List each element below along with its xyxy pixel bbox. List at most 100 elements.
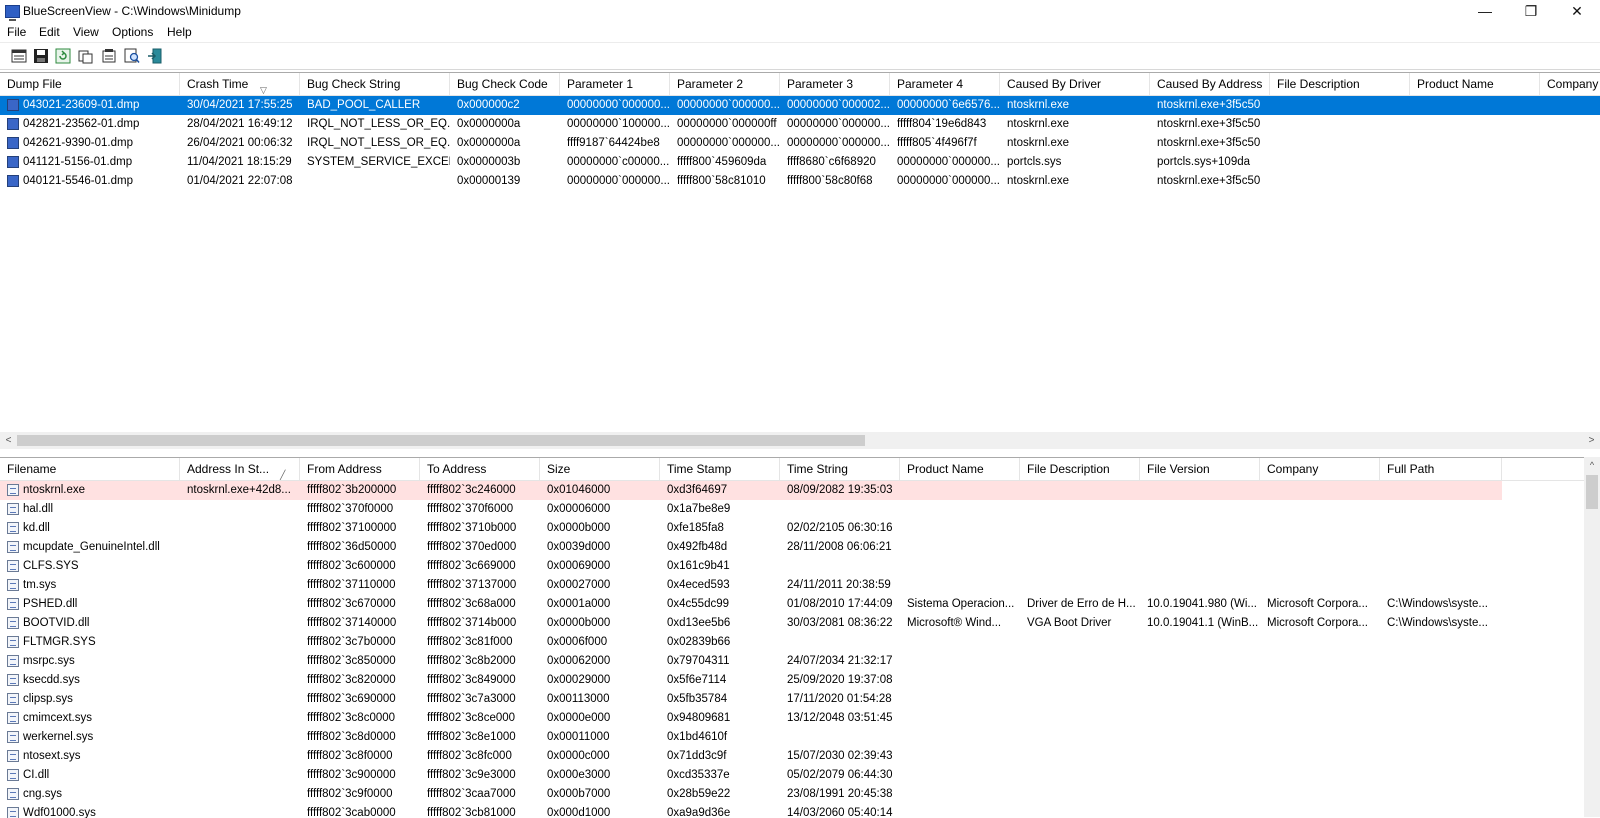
driver-row[interactable]: CI.dll fffff802`3c900000 fffff802`3c9e3000… (0, 766, 1584, 785)
col-file-description[interactable]: File Description (1270, 73, 1410, 95)
driver-row[interactable]: msrpc.sys fffff802`3c850000 fffff802`3c8b2… (0, 652, 1584, 671)
menu-bar: File Edit View Options Help (0, 23, 1600, 43)
driver-row[interactable]: cmimcext.sys fffff802`3c8c0000 fffff802`3c… (0, 709, 1584, 728)
save-icon[interactable] (33, 48, 49, 64)
col-parameter-4[interactable]: Parameter 4 (890, 73, 1000, 95)
col-time-stamp[interactable]: Time Stamp (660, 458, 780, 480)
minimize-button[interactable]: — (1462, 0, 1508, 23)
scroll-up-icon[interactable]: ^ (1584, 457, 1600, 474)
driver-row[interactable]: werkernel.sys fffff802`3c8d0000 fffff802`3… (0, 728, 1584, 747)
cell-size: 0x00113000 (547, 693, 610, 705)
pane-splitter[interactable] (0, 449, 1600, 457)
driver-row[interactable]: mcupdate_GenuineIntel.dll fffff802`36d500… (0, 538, 1584, 557)
cell-from-address: fffff802`3c850000 (307, 655, 396, 667)
col-time-string[interactable]: Time String (780, 458, 900, 480)
driver-row[interactable]: CLFS.SYS fffff802`3c600000 fffff802`3c6690… (0, 557, 1584, 576)
cell-company (1540, 172, 1600, 191)
col-file-description[interactable]: File Description (1020, 458, 1140, 480)
col-from-address[interactable]: From Address (300, 458, 420, 480)
driver-row[interactable]: ntosext.sys fffff802`3c8f0000 fffff802`3c8… (0, 747, 1584, 766)
col-product-name[interactable]: Product Name (900, 458, 1020, 480)
col-caused-by-address[interactable]: Caused By Address (1150, 73, 1270, 95)
cell-parameter-3: 00000000`000002... (787, 99, 890, 111)
crash-dump-list[interactable]: Dump File Crash Time ▽ Bug Check String B… (0, 72, 1600, 425)
cell-filename: Wdf01000.sys (23, 807, 96, 818)
menu-view[interactable]: View (73, 25, 99, 39)
col-full-path[interactable]: Full Path (1380, 458, 1502, 480)
col-dump-file[interactable]: Dump File (0, 73, 180, 95)
col-parameter-1[interactable]: Parameter 1 (560, 73, 670, 95)
col-crash-time[interactable]: Crash Time ▽ (180, 73, 300, 95)
crash-dump-row[interactable]: 041121-5156-01.dmp 11/04/2021 18:15:29 SYS… (0, 153, 1600, 172)
properties-icon[interactable] (101, 48, 117, 64)
vertical-scroll-thumb[interactable] (1586, 475, 1598, 509)
exit-icon[interactable] (147, 48, 163, 64)
col-to-address[interactable]: To Address (420, 458, 540, 480)
cell-filename: PSHED.dll (23, 598, 78, 610)
horizontal-scrollbar[interactable]: < > (0, 432, 1600, 449)
crash-dump-row[interactable]: 042821-23562-01.dmp 28/04/2021 16:49:12 IR… (0, 115, 1600, 134)
col-product-name[interactable]: Product Name (1410, 73, 1540, 95)
cell-file-version (1140, 500, 1260, 519)
cell-file-description (1020, 500, 1140, 519)
scroll-right-icon[interactable]: > (1583, 432, 1600, 449)
col-filename[interactable]: Filename (0, 458, 180, 480)
crash-dump-row[interactable]: 043021-23609-01.dmp 30/04/2021 17:55:25 BA… (0, 96, 1600, 115)
find-icon[interactable] (124, 48, 140, 64)
cell-time-stamp: 0x5fb35784 (667, 693, 728, 705)
col-parameter-2[interactable]: Parameter 2 (670, 73, 780, 95)
restore-button[interactable]: ❐ (1508, 0, 1554, 23)
cell-parameter-2: fffff800`58c81010 (677, 175, 766, 187)
driver-row[interactable]: FLTMGR.SYS fffff802`3c7b0000 fffff802`3c81… (0, 633, 1584, 652)
cell-company (1260, 690, 1380, 709)
driver-row[interactable]: ntoskrnl.exe ntoskrnl.exe+42d8... fffff802… (0, 481, 1502, 500)
col-parameter-3[interactable]: Parameter 3 (780, 73, 890, 95)
menu-options[interactable]: Options (112, 25, 153, 39)
cell-address-in-st- (180, 709, 300, 728)
cell-time-string: 17/11/2020 01:54:28 (787, 693, 892, 705)
cell-parameter-2: fffff800`459609da (677, 156, 767, 168)
cell-full-path (1380, 804, 1502, 818)
crash-dump-row[interactable]: 040121-5546-01.dmp 01/04/2021 22:07:08 0x0… (0, 172, 1600, 191)
col-company[interactable]: Company (1260, 458, 1380, 480)
vertical-scrollbar[interactable]: ^ (1584, 457, 1600, 817)
driver-row[interactable]: BOOTVID.dll fffff802`37140000 fffff802`371… (0, 614, 1584, 633)
driver-row[interactable]: hal.dll fffff802`370f0000 fffff802`370f600… (0, 500, 1584, 519)
driver-row[interactable]: Wdf01000.sys fffff802`3cab0000 fffff802`3c… (0, 804, 1584, 818)
menu-help[interactable]: Help (167, 25, 192, 39)
menu-edit[interactable]: Edit (39, 25, 60, 39)
menu-file[interactable]: File (7, 25, 26, 39)
col-caused-by-driver[interactable]: Caused By Driver (1000, 73, 1150, 95)
col-file-version[interactable]: File Version (1140, 458, 1260, 480)
cell-company: Microsoft Corpora... (1267, 598, 1368, 610)
cell-file-version (1140, 538, 1260, 557)
html-report-icon[interactable] (11, 48, 27, 64)
driver-row[interactable]: PSHED.dll fffff802`3c670000 fffff802`3c68a… (0, 595, 1584, 614)
crash-dump-row[interactable]: 042621-9390-01.dmp 26/04/2021 00:06:32 IRQ… (0, 134, 1600, 153)
cell-time-string: 08/09/2082 19:35:03 (787, 484, 893, 496)
cell-time-stamp: 0xcd35337e (667, 769, 730, 781)
copy-icon[interactable] (78, 48, 94, 64)
driver-row[interactable]: ksecdd.sys fffff802`3c820000 fffff802`3c84… (0, 671, 1584, 690)
driver-row[interactable]: tm.sys fffff802`37110000 fffff802`37137000… (0, 576, 1584, 595)
cell-product-name (900, 709, 1020, 728)
cell-company (1260, 671, 1380, 690)
horizontal-scroll-thumb[interactable] (17, 435, 865, 446)
cell-product-name (900, 576, 1020, 595)
col-bug-check-string[interactable]: Bug Check String (300, 73, 450, 95)
col-size[interactable]: Size (540, 458, 660, 480)
col-address-in-stack[interactable]: Address In St... ╱ (180, 458, 300, 480)
scroll-left-icon[interactable]: < (0, 432, 17, 449)
col-company[interactable]: Company (1540, 73, 1600, 95)
driver-row[interactable]: clipsp.sys fffff802`3c690000 fffff802`3c7a… (0, 690, 1584, 709)
cell-company (1260, 728, 1380, 747)
close-button[interactable]: ✕ (1554, 0, 1600, 23)
col-bug-check-code[interactable]: Bug Check Code (450, 73, 560, 95)
cell-file-version (1140, 766, 1260, 785)
driver-row[interactable]: kd.dll fffff802`37100000 fffff802`3710b000… (0, 519, 1584, 538)
cell-to-address: fffff802`3c81f000 (427, 636, 513, 648)
driver-list[interactable]: Filename Address In St... ╱ From Address … (0, 457, 1584, 818)
driver-row[interactable]: cng.sys fffff802`3c9f0000 fffff802`3caa700… (0, 785, 1584, 804)
refresh-icon[interactable] (55, 48, 71, 64)
cell-company (1260, 785, 1380, 804)
